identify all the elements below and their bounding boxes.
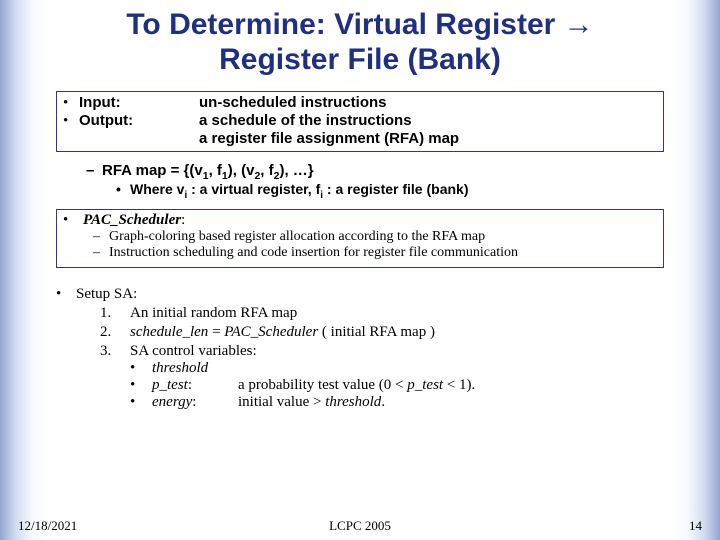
title-line-1: To Determine: Virtual Register → <box>126 8 593 41</box>
footer-page: 14 <box>689 518 702 534</box>
sa-item-2: 2. schedule_len = PAC_Scheduler ( initia… <box>100 324 664 341</box>
pac-scheduler-name: PAC_Scheduler <box>83 212 181 228</box>
sa-var-threshold: • threshold <box>56 360 664 377</box>
rfa-text: RFA map = {(v <box>102 162 203 179</box>
rfa-map-line: – RFA map = {(v1, f1), (v2, f2), …} <box>56 162 664 179</box>
sa-item-1: 1. An initial random RFA map <box>100 305 664 322</box>
output-desc-1: a schedule of the instructions <box>199 112 412 129</box>
input-desc: un-scheduled instructions <box>199 94 387 111</box>
pac-scheduler-box: • PAC_Scheduler: – Graph-coloring based … <box>56 209 664 268</box>
io-box: • Input: un-scheduled instructions • Out… <box>56 91 664 152</box>
sa-item-3: 3. SA control variables: <box>100 343 664 360</box>
slide: To Determine: Virtual Register → Registe… <box>0 0 720 540</box>
sa-var-energy: • energy: initial value > threshold. <box>56 394 664 411</box>
setup-sa-header: • Setup SA: <box>56 286 664 303</box>
pac-bullet-2: Instruction scheduling and code insertio… <box>109 245 518 261</box>
pac-bullet-1: Graph-coloring based register allocation… <box>109 229 485 245</box>
footer-date: 12/18/2021 <box>18 518 77 534</box>
rfa-where-line: • Where vi : a virtual register, fi : a … <box>56 181 664 197</box>
footer-venue: LCPC 2005 <box>329 518 391 534</box>
output-label: Output: <box>79 112 199 129</box>
output-desc-2: a register file assignment (RFA) map <box>199 130 459 147</box>
footer: 12/18/2021 LCPC 2005 14 <box>18 518 702 534</box>
sa-var-ptest: • p_test: a probability test value (0 < … <box>56 377 664 394</box>
title-line-2: Register File (Bank) <box>219 43 501 76</box>
slide-title: To Determine: Virtual Register → Registe… <box>56 8 664 77</box>
input-label: Input: <box>79 94 199 111</box>
